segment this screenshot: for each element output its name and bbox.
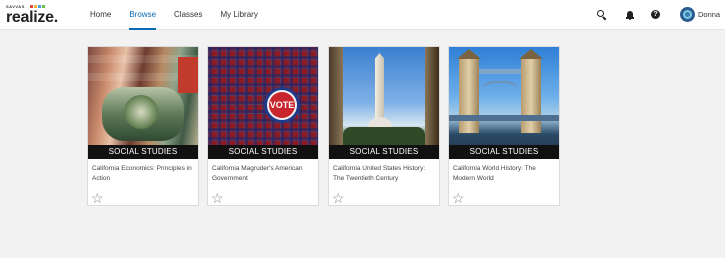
image-banknote-seal	[124, 95, 158, 129]
image-obelisk	[375, 53, 384, 121]
logo-dot	[38, 5, 41, 8]
image-chain	[479, 81, 521, 115]
card-image-economics[interactable]	[88, 47, 198, 159]
card-title[interactable]: California World History: The Modern Wor…	[453, 164, 557, 183]
card-title[interactable]: California Economics: Principles in Acti…	[92, 164, 196, 183]
star-icon[interactable]: ☆	[452, 191, 465, 205]
program-card[interactable]: VOTE SOCIAL STUDIES California Magruder'…	[207, 46, 319, 206]
card-image-tower-bridge[interactable]	[449, 47, 559, 159]
card-image-vote[interactable]: VOTE	[208, 47, 318, 159]
program-card[interactable]: SOCIAL STUDIES California United States …	[328, 46, 440, 206]
program-card[interactable]: SOCIAL STUDIES California Economics: Pri…	[87, 46, 199, 206]
logo-dot	[30, 5, 33, 8]
program-card[interactable]: SOCIAL STUDIES California World History:…	[448, 46, 560, 206]
card-subject-ribbon: SOCIAL STUDIES	[88, 145, 198, 159]
image-tower	[521, 57, 541, 133]
logo-dot	[34, 5, 37, 8]
card-image-washington-monument[interactable]	[329, 47, 439, 159]
image-red-band	[178, 57, 198, 93]
card-subject-ribbon: SOCIAL STUDIES	[208, 145, 318, 159]
nav-classes[interactable]: Classes	[174, 0, 202, 30]
nav-my-library[interactable]: My Library	[220, 0, 257, 30]
vote-pin: VOTE	[264, 87, 300, 123]
image-walkway	[479, 69, 521, 74]
avatar[interactable]	[680, 7, 695, 22]
star-icon[interactable]: ☆	[91, 191, 104, 205]
card-title[interactable]: California Magruder's American Governmen…	[212, 164, 316, 183]
card-subject-ribbon: SOCIAL STUDIES	[449, 145, 559, 159]
bell-icon-clapper	[629, 18, 631, 20]
help-icon[interactable]: ?	[651, 10, 660, 19]
avatar-face	[685, 12, 690, 17]
logo-dot	[42, 5, 45, 8]
top-navigation-bar: SAVVAS realize. Home Browse Classes My L…	[0, 0, 725, 30]
search-icon[interactable]	[597, 10, 607, 21]
card-subject-ribbon: SOCIAL STUDIES	[329, 145, 439, 159]
nav-browse[interactable]: Browse	[129, 0, 156, 30]
main-nav: Home Browse Classes My Library	[90, 0, 276, 30]
image-column-right	[425, 47, 439, 159]
vote-pin-label: VOTE	[269, 92, 295, 118]
logo-brand-name: realize.	[6, 9, 58, 26]
nav-home[interactable]: Home	[90, 0, 111, 30]
card-title[interactable]: California United States History: The Tw…	[333, 164, 437, 183]
user-name[interactable]: Donna	[698, 10, 720, 19]
image-column-left	[329, 47, 343, 159]
image-deck	[449, 115, 559, 121]
star-icon[interactable]: ☆	[332, 191, 345, 205]
image-tower	[459, 57, 479, 133]
search-icon-handle	[602, 16, 607, 21]
savvas-realize-logo[interactable]: SAVVAS realize.	[6, 4, 58, 26]
star-icon[interactable]: ☆	[211, 191, 224, 205]
bell-icon[interactable]	[625, 10, 635, 20]
logo-dots	[30, 5, 45, 8]
image-trees	[343, 127, 425, 145]
